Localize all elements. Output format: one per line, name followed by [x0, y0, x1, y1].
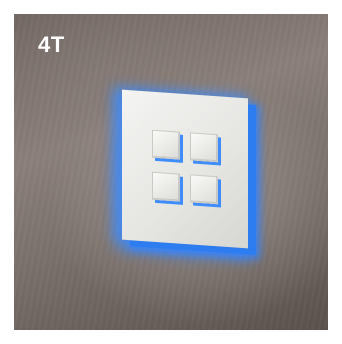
switch-button-4	[190, 174, 218, 205]
switch-button-3	[152, 171, 180, 202]
image-frame: 4T	[0, 0, 342, 344]
model-label: 4T	[38, 32, 65, 57]
switch-button-2	[190, 132, 218, 163]
product-photo: 4T	[14, 14, 328, 330]
switch-button-1	[152, 129, 180, 160]
switch-panel	[122, 89, 248, 249]
